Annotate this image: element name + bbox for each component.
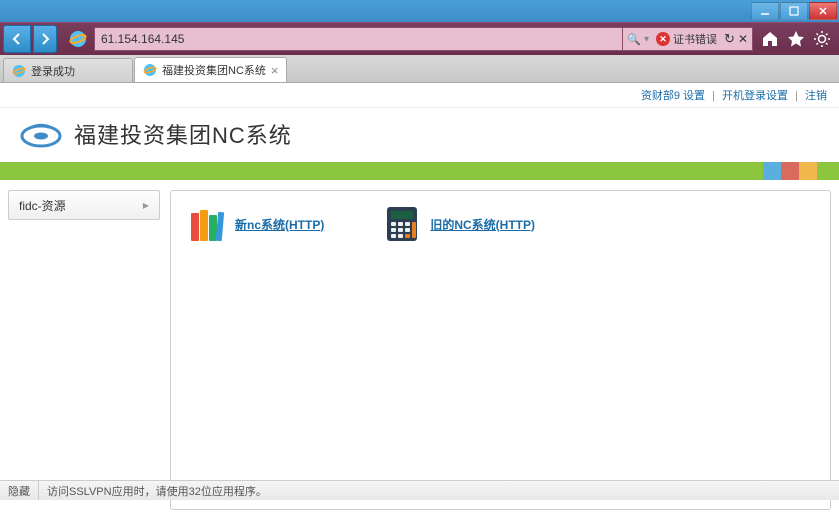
minimize-button[interactable]: [751, 2, 779, 20]
resource-new-nc: 新nc系统(HTTP): [189, 205, 324, 243]
company-logo-icon: [20, 119, 62, 149]
close-button[interactable]: [809, 2, 837, 20]
favorites-icon[interactable]: [787, 30, 805, 48]
resource-old-nc: 旧的NC系统(HTTP): [384, 205, 535, 243]
sidebar: fidc-资源 ▶: [8, 190, 160, 510]
main-area: fidc-资源 ▶ 新nc系统(HTTP): [0, 180, 839, 520]
address-bar-right: 🔍 ▾ ✕ 证书错误 ↻ ✕: [623, 27, 753, 51]
tab-label: 福建投资集团NC系统: [162, 62, 266, 78]
page-title: 福建投资集团NC系统: [74, 118, 292, 150]
ie-favicon-icon: [12, 64, 26, 78]
refresh-button[interactable]: ↻: [724, 31, 735, 47]
settings-link[interactable]: 设置: [683, 90, 705, 102]
logout-link[interactable]: 注销: [805, 90, 827, 102]
maximize-button[interactable]: [780, 2, 808, 20]
sidebar-item-label: fidc-资源: [19, 197, 66, 214]
color-block: [799, 162, 817, 180]
color-block: [763, 162, 781, 180]
color-bar: [0, 162, 839, 180]
color-block: [781, 162, 799, 180]
cert-error-label: 证书错误: [673, 31, 717, 47]
search-icon[interactable]: 🔍: [627, 33, 641, 46]
page-header: 福建投资集团NC系统: [0, 108, 839, 162]
window-titlebar: [0, 0, 839, 22]
tab-bar: 登录成功 福建投资集团NC系统 ×: [0, 55, 839, 83]
books-icon: [189, 205, 225, 243]
ie-logo-icon: [68, 29, 88, 49]
cert-error-badge[interactable]: ✕ 证书错误: [652, 31, 721, 47]
status-hide-button[interactable]: 隐藏: [0, 481, 39, 500]
address-bar[interactable]: 61.154.164.145: [94, 27, 623, 51]
calculator-icon: [384, 205, 420, 243]
back-button[interactable]: [3, 25, 31, 53]
home-icon[interactable]: [761, 30, 779, 48]
resource-link[interactable]: 旧的NC系统(HTTP): [430, 216, 535, 233]
tab-nc-system[interactable]: 福建投资集团NC系统 ×: [134, 57, 287, 82]
cert-error-icon: ✕: [656, 32, 670, 46]
sidebar-item-fidc[interactable]: fidc-资源 ▶: [8, 190, 160, 220]
forward-button[interactable]: [33, 25, 57, 53]
content-panel: 新nc系统(HTTP) 旧的NC系统(HTTP): [170, 190, 831, 510]
tools-icon[interactable]: [813, 30, 831, 48]
tab-close-icon[interactable]: ×: [271, 63, 279, 78]
resource-link[interactable]: 新nc系统(HTTP): [235, 216, 324, 233]
color-block: [817, 162, 839, 180]
ie-toolbar-right: [753, 30, 839, 48]
user-label: 资财部9: [641, 90, 680, 102]
browser-navbar: 61.154.164.145 🔍 ▾ ✕ 证书错误 ↻ ✕: [0, 22, 839, 55]
page-content: 资财部9 设置 | 开机登录设置 | 注销 福建投资集团NC系统 fidc-资源…: [0, 83, 839, 520]
chevron-right-icon: ▶: [143, 201, 149, 210]
status-bar: 隐藏 访问SSLVPN应用时，请使用32位应用程序。: [0, 480, 839, 500]
tab-login-success[interactable]: 登录成功: [3, 58, 133, 82]
status-message: 访问SSLVPN应用时，请使用32位应用程序。: [39, 483, 275, 499]
tab-label: 登录成功: [31, 63, 75, 79]
startup-link[interactable]: 开机登录设置: [722, 90, 788, 102]
top-links: 资财部9 设置 | 开机登录设置 | 注销: [0, 83, 839, 108]
dropdown-icon[interactable]: ▾: [644, 34, 649, 45]
stop-button[interactable]: ✕: [738, 32, 748, 46]
ie-favicon-icon: [143, 63, 157, 77]
